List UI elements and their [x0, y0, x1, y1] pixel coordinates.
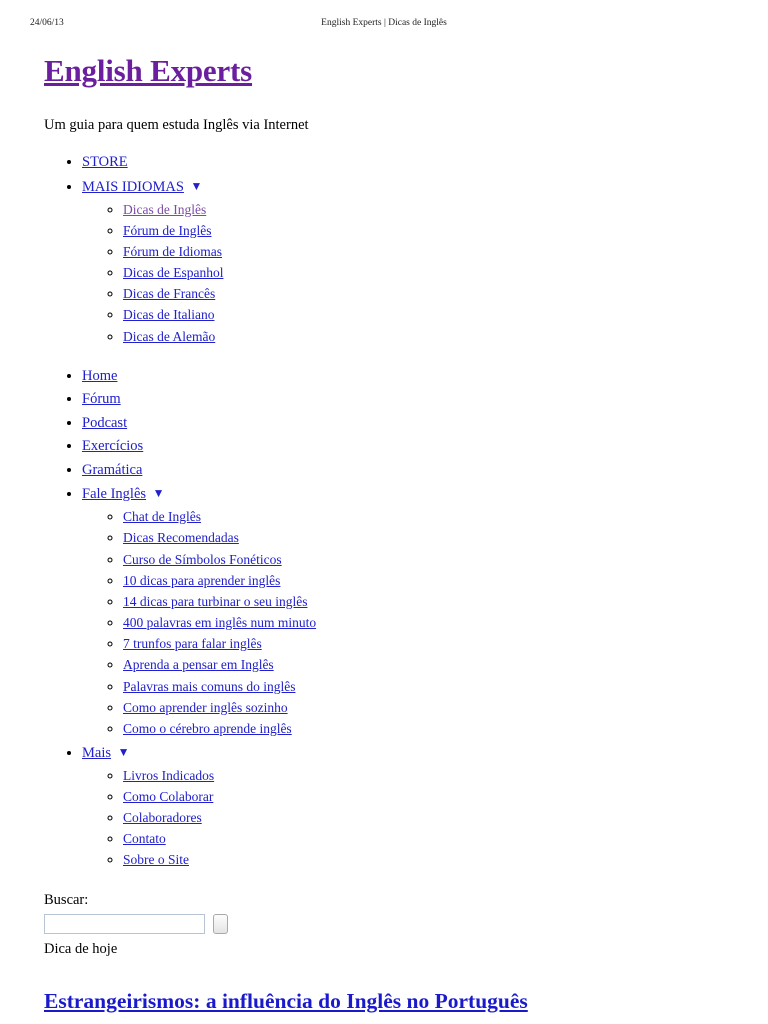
subnav-item-dicas-de-alemao: Dicas de Alemão	[123, 328, 734, 346]
subnav-link-chat-de-ingles[interactable]: Chat de Inglês	[123, 509, 201, 524]
print-preview-page: 24/06/13 English Experts | Dicas de Ingl…	[0, 0, 768, 1024]
subnav-fale-ingles: Chat de Inglês Dicas Recomendadas Curso de…	[82, 508, 734, 738]
chevron-down-icon[interactable]: ▼	[118, 743, 130, 762]
subnav-item-curso-de-simbolos-foneticos: Curso de Símbolos Fonéticos	[123, 551, 734, 569]
subnav-link-como-colaborar[interactable]: Como Colaborar	[123, 789, 213, 804]
subnav-item-sobre-o-site: Sobre o Site	[123, 851, 734, 869]
print-header: 24/06/13 English Experts | Dicas de Ingl…	[0, 18, 768, 32]
page-content: English Experts Um guia para quem estuda…	[44, 52, 734, 1024]
nav-link-home[interactable]: Home	[82, 368, 117, 384]
subnav-item-forum-de-ingles: Fórum de Inglês	[123, 222, 734, 240]
subnav-item-dicas-de-frances: Dicas de Francês	[123, 285, 734, 303]
nav-item-gramatica: Gramática	[82, 461, 734, 480]
subnav-link-dicas-recomendadas[interactable]: Dicas Recomendadas	[123, 530, 239, 545]
site-title-link[interactable]: English Experts	[44, 53, 252, 88]
subnav-item-400-palavras-em-ingles-num-minuto: 400 palavras em inglês num minuto	[123, 614, 734, 632]
search-input[interactable]	[44, 914, 205, 935]
subnav-link-como-aprender-ingles-sozinho[interactable]: Como aprender inglês sozinho	[123, 700, 288, 715]
subnav-link-aprenda-a-pensar-em-ingles[interactable]: Aprenda a pensar em Inglês	[123, 657, 274, 672]
subnav-item-aprenda-a-pensar-em-ingles: Aprenda a pensar em Inglês	[123, 656, 734, 674]
subnav-link-contato[interactable]: Contato	[123, 831, 166, 846]
subnav-link-palavras-mais-comuns-do-ingles[interactable]: Palavras mais comuns do inglês	[123, 679, 295, 694]
subnav-link-dicas-de-italiano[interactable]: Dicas de Italiano	[123, 307, 214, 322]
nav-item-fale-ingles: Fale Inglês ▼ Chat de Inglês Dicas Recomen…	[82, 484, 734, 738]
nav-link-gramatica[interactable]: Gramática	[82, 462, 142, 478]
nav-item-mais-idiomas: MAIS IDIOMAS ▼ Dicas de Inglês Fórum de In…	[82, 177, 734, 346]
subnav-item-forum-de-idiomas: Fórum de Idiomas	[123, 243, 734, 261]
subnav-link-dicas-de-alemao[interactable]: Dicas de Alemão	[123, 329, 215, 344]
site-tagline: Um guia para quem estuda Inglês via Inte…	[44, 117, 309, 133]
article-title-link[interactable]: Estrangeirismos: a influência do Inglês …	[44, 989, 528, 1013]
nav-item-mais: Mais ▼ Livros Indicados Como Colaborar Cola…	[82, 743, 734, 870]
subnav-link-7-trunfos-para-falar-ingles[interactable]: 7 trunfos para falar inglês	[123, 636, 262, 651]
page-title: English Experts	[44, 52, 734, 90]
subnav-link-livros-indicados[interactable]: Livros Indicados	[123, 768, 214, 783]
subnav-link-14-dicas-para-turbinar-o-seu-ingles[interactable]: 14 dicas para turbinar o seu inglês	[123, 594, 307, 609]
nav-link-mais-idiomas[interactable]: MAIS IDIOMAS	[82, 179, 184, 195]
print-header-title: English Experts | Dicas de Inglês	[321, 18, 447, 28]
subnav-item-14-dicas-para-turbinar-o-seu-ingles: 14 dicas para turbinar o seu inglês	[123, 593, 734, 611]
subnav-link-forum-de-ingles[interactable]: Fórum de Inglês	[123, 223, 212, 238]
subnav-link-sobre-o-site[interactable]: Sobre o Site	[123, 852, 189, 867]
nav-link-mais[interactable]: Mais	[82, 745, 111, 761]
nav-link-forum[interactable]: Fórum	[82, 391, 121, 407]
search-row	[44, 914, 734, 935]
search-submit-button[interactable]	[213, 914, 228, 935]
subnav-link-dicas-de-frances[interactable]: Dicas de Francês	[123, 286, 215, 301]
subnav-link-colaboradores[interactable]: Colaboradores	[123, 810, 202, 825]
nav-item-store: STORE	[82, 153, 734, 172]
nav-primary: STORE MAIS IDIOMAS ▼ Dicas de Inglês Fórum …	[44, 153, 734, 346]
chevron-down-icon[interactable]: ▼	[191, 177, 203, 196]
subnav-item-como-colaborar: Como Colaborar	[123, 788, 734, 806]
subnav-link-dicas-de-espanhol[interactable]: Dicas de Espanhol	[123, 265, 223, 280]
nav-link-podcast[interactable]: Podcast	[82, 415, 127, 431]
daily-tip-label: Dica de hoje	[44, 941, 118, 958]
subnav-mais-idiomas: Dicas de Inglês Fórum de Inglês Fórum de I…	[82, 201, 734, 346]
subnav-link-como-o-cerebro-aprende-ingles[interactable]: Como o cérebro aprende inglês	[123, 721, 292, 736]
search-block: Buscar: Dica de hoje	[44, 891, 734, 958]
nav-link-exercicios[interactable]: Exercícios	[82, 438, 143, 454]
subnav-item-como-o-cerebro-aprende-ingles: Como o cérebro aprende inglês	[123, 720, 734, 738]
subnav-item-chat-de-ingles: Chat de Inglês	[123, 508, 734, 526]
subnav-item-dicas-recomendadas: Dicas Recomendadas	[123, 529, 734, 547]
subnav-link-dicas-de-ingles[interactable]: Dicas de Inglês	[123, 202, 206, 217]
subnav-link-400-palavras-em-ingles-num-minuto[interactable]: 400 palavras em inglês num minuto	[123, 615, 316, 630]
subnav-item-dicas-de-italiano: Dicas de Italiano	[123, 306, 734, 324]
subnav-link-curso-de-simbolos-foneticos[interactable]: Curso de Símbolos Fonéticos	[123, 552, 282, 567]
subnav-item-dicas-de-ingles: Dicas de Inglês	[123, 201, 734, 219]
nav-item-podcast: Podcast	[82, 414, 734, 433]
nav-item-exercicios: Exercícios	[82, 437, 734, 456]
subnav-item-colaboradores: Colaboradores	[123, 809, 734, 827]
subnav-item-dicas-de-espanhol: Dicas de Espanhol	[123, 264, 734, 282]
nav-link-store[interactable]: STORE	[82, 154, 128, 170]
subnav-item-como-aprender-ingles-sozinho: Como aprender inglês sozinho	[123, 699, 734, 717]
nav-item-home: Home	[82, 367, 734, 386]
subnav-item-palavras-mais-comuns-do-ingles: Palavras mais comuns do inglês	[123, 678, 734, 696]
subnav-mais: Livros Indicados Como Colaborar Colaborado…	[82, 767, 734, 870]
subnav-link-forum-de-idiomas[interactable]: Fórum de Idiomas	[123, 244, 222, 259]
search-label: Buscar:	[44, 892, 89, 909]
nav-item-forum: Fórum	[82, 390, 734, 409]
subnav-item-contato: Contato	[123, 830, 734, 848]
subnav-link-10-dicas-para-aprender-ingles[interactable]: 10 dicas para aprender inglês	[123, 573, 280, 588]
subnav-item-10-dicas-para-aprender-ingles: 10 dicas para aprender inglês	[123, 572, 734, 590]
chevron-down-icon[interactable]: ▼	[153, 484, 165, 503]
nav-link-fale-ingles[interactable]: Fale Inglês	[82, 486, 146, 502]
article-title: Estrangeirismos: a influência do Inglês …	[44, 988, 734, 1014]
nav-secondary: Home Fórum Podcast Exercícios Gramática Fale …	[44, 367, 734, 870]
subnav-item-livros-indicados: Livros Indicados	[123, 767, 734, 785]
subnav-item-7-trunfos-para-falar-ingles: 7 trunfos para falar inglês	[123, 635, 734, 653]
